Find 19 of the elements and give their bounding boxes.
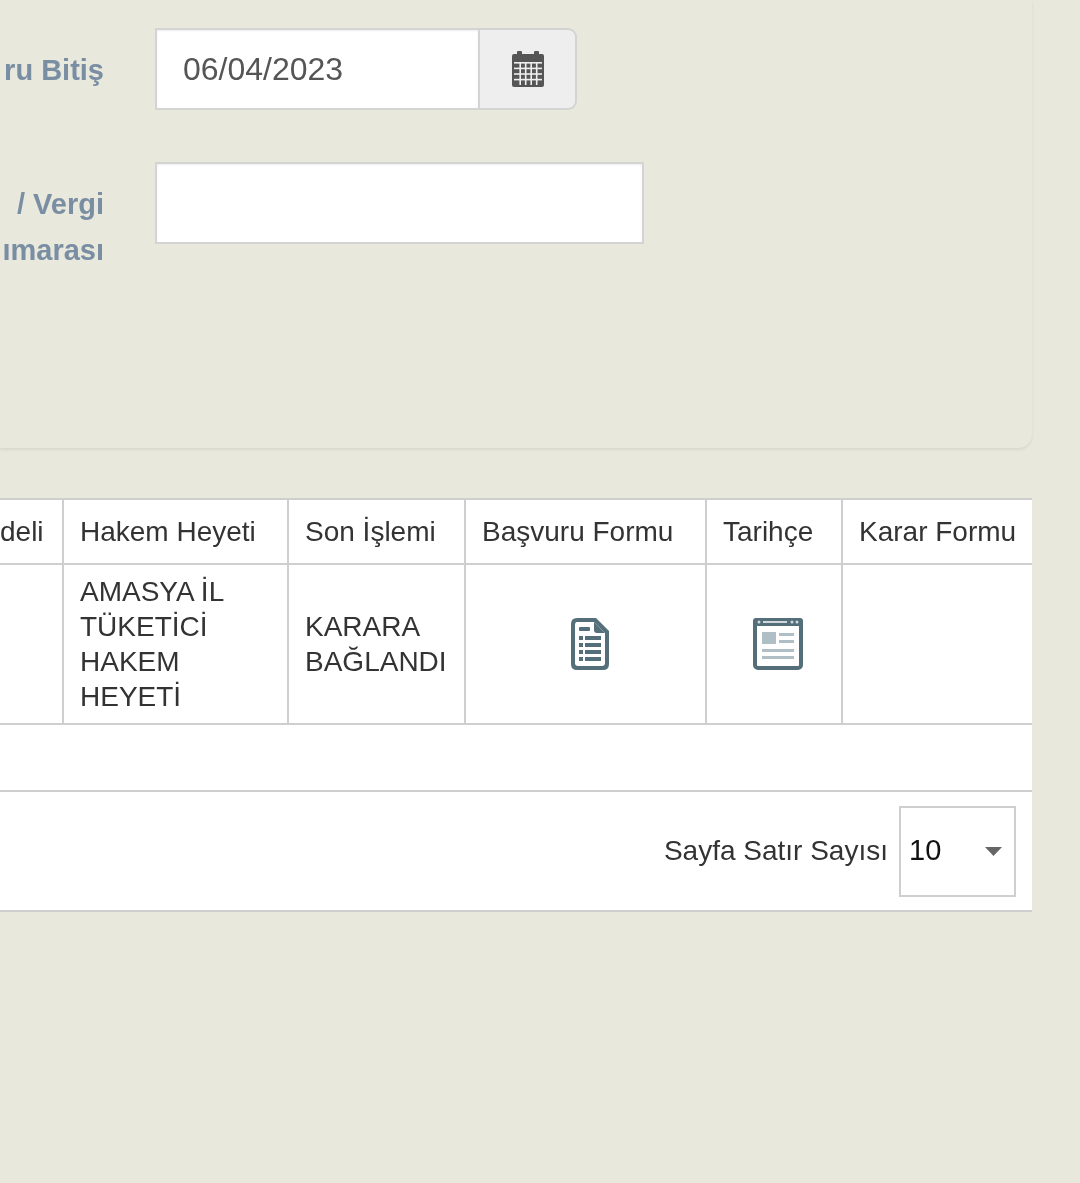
column-header[interactable]: Karar Formu xyxy=(842,499,1032,564)
page-size-select[interactable]: 10 xyxy=(899,805,1016,897)
table-cell: AMASYA İL TÜKETİCİ HAKEM HEYETİ xyxy=(63,564,288,724)
column-header[interactable]: Hakem Heyeti xyxy=(63,499,288,564)
field-label: / Vergi ımarası xyxy=(1,187,104,268)
browser-window-icon[interactable] xyxy=(753,618,803,670)
page-size-label: Sayfa Satır Sayısı xyxy=(663,834,888,868)
field-label: ru Bitiş xyxy=(3,53,104,88)
document-list-icon[interactable] xyxy=(570,618,609,670)
calendar-button[interactable] xyxy=(480,28,577,110)
date-field[interactable]: 06/04/2023 xyxy=(155,28,480,110)
caret-icon xyxy=(985,846,1002,856)
column-header[interactable]: deli xyxy=(0,499,63,564)
column-header[interactable]: Son İşlemi xyxy=(288,499,465,564)
column-header[interactable]: Tarihçe xyxy=(706,499,842,564)
calendar-icon xyxy=(511,51,544,87)
table-cell: KARARA BAĞLANDI xyxy=(288,564,465,724)
text-field[interactable] xyxy=(155,162,644,244)
column-header[interactable]: Başvuru Formu xyxy=(465,499,706,564)
